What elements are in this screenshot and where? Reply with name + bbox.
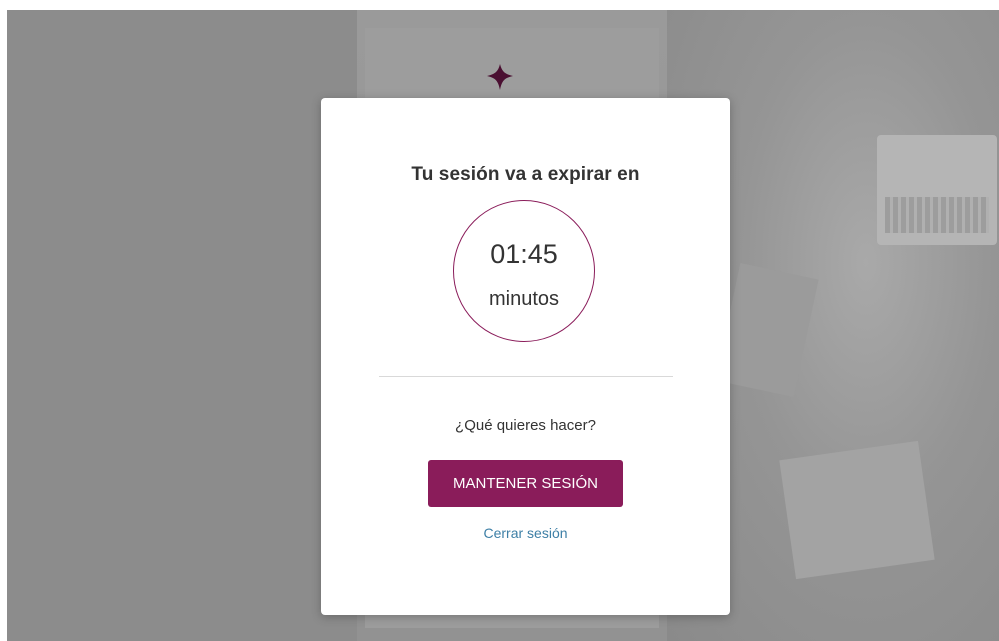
background-laptop-shape — [877, 135, 997, 245]
background-paper-shape — [715, 262, 819, 398]
keep-session-button[interactable]: MANTENER SESIÓN — [428, 460, 623, 507]
countdown-unit: minutos — [488, 288, 560, 310]
countdown-timer: 01:45 minutos — [453, 200, 595, 342]
fleur-logo-icon — [487, 64, 513, 90]
logout-link[interactable]: Cerrar sesión — [321, 525, 730, 541]
divider — [379, 376, 673, 377]
session-expiry-dialog: Tu sesión va a expirar en 01:45 minutos … — [321, 98, 730, 615]
background-left-area — [7, 10, 357, 641]
countdown-value: 01:45 — [490, 239, 558, 269]
background-paper-shape — [779, 440, 935, 580]
dialog-title: Tu sesión va a expirar en — [411, 164, 640, 185]
action-question: ¿Qué quieres hacer? — [455, 417, 596, 434]
app-viewport: Tu sesión va a expirar en 01:45 minutos … — [7, 10, 999, 641]
